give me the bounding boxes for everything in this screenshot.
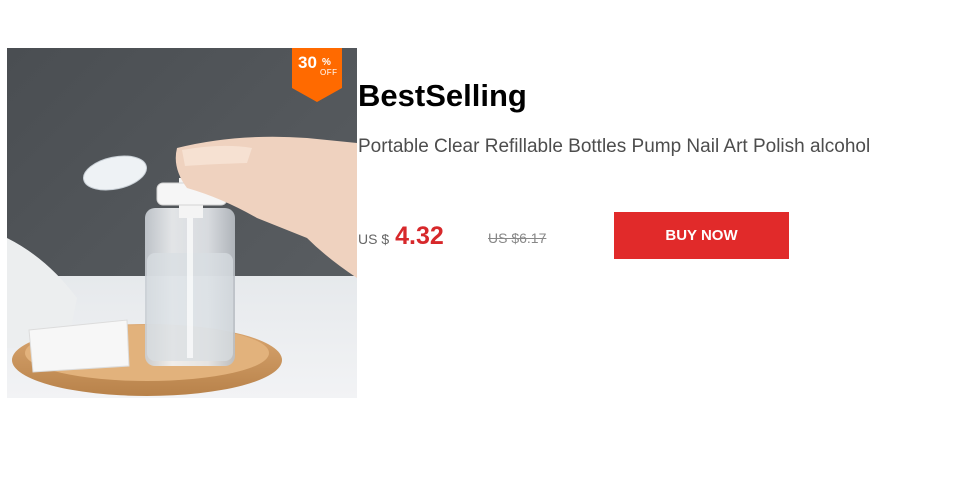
sale-price: 4.32 (395, 222, 444, 250)
discount-off-label: OFF (320, 68, 338, 77)
discount-percent: % (322, 57, 331, 68)
discount-badge: 30 % OFF (292, 48, 342, 102)
original-price: US $6.17 (488, 230, 547, 246)
price-row: US $ 4.32 (358, 222, 444, 258)
product-title[interactable]: Portable Clear Refillable Bottles Pump N… (358, 135, 870, 159)
bestselling-heading: BestSelling (358, 78, 527, 113)
discount-number: 30 (298, 53, 317, 72)
currency-label: US $ (358, 231, 390, 247)
buy-now-button[interactable]: BUY NOW (614, 212, 789, 259)
